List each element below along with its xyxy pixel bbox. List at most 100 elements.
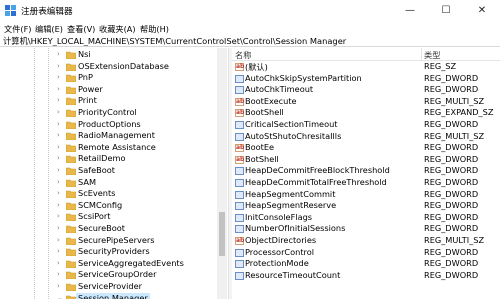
column-header-type[interactable]: 类型 (424, 49, 440, 61)
value-row[interactable]: HeapSegmentCommit REG_DWORD (231, 189, 500, 201)
value-type: REG_DWORD (424, 84, 479, 95)
value-type: REG_MULTI_SZ (424, 235, 485, 245)
value-row[interactable]: ab BotShell REG_DWORD (231, 154, 500, 166)
value-row[interactable]: ProcessorControl REG_DWORD (231, 247, 500, 259)
chevron-right-icon[interactable]: › (57, 189, 60, 197)
tree-item[interactable]: › ScEvents (0, 188, 228, 200)
tree-item[interactable]: › ServiceAggregatedEvents (0, 258, 228, 270)
tree-item-label: OSExtensionDatabase (78, 60, 169, 71)
chevron-right-icon[interactable]: › (57, 259, 60, 267)
value-row[interactable]: ab BootEe REG_DWORD (231, 142, 500, 154)
tree-item[interactable]: › SAM (0, 177, 228, 189)
chevron-right-icon[interactable]: › (57, 270, 60, 278)
tree-item[interactable]: › ScsiPort (0, 211, 228, 223)
chevron-right-icon[interactable]: › (57, 143, 60, 151)
value-name: HeapDeCommitTotalFreeThreshold (245, 177, 387, 187)
chevron-right-icon[interactable]: › (57, 73, 60, 81)
tree-item[interactable]: › PriorityControl (0, 107, 228, 119)
chevron-right-icon[interactable]: › (57, 131, 60, 139)
chevron-right-icon[interactable]: › (57, 201, 60, 209)
chevron-right-icon[interactable]: › (57, 247, 60, 255)
folder-icon (66, 237, 76, 245)
tree-item[interactable]: › Remote Assistance (0, 142, 228, 154)
value-type: REG_DWORD (424, 246, 479, 257)
chevron-right-icon[interactable]: › (57, 62, 60, 70)
tree-item[interactable]: › OSExtensionDatabase (0, 61, 228, 73)
chevron-right-icon[interactable]: › (57, 236, 60, 244)
folder-icon (66, 248, 76, 257)
menu-help[interactable]: 帮助(H) (140, 23, 169, 35)
folder-icon (66, 74, 76, 83)
tree-scrollbar-thumb[interactable] (219, 212, 225, 256)
tree-item[interactable]: › RadioManagement (0, 130, 228, 142)
column-divider[interactable] (421, 48, 422, 60)
tree-item-label: SafeBoot (78, 165, 115, 175)
menu-file[interactable]: 文件(F) (4, 23, 31, 35)
value-row[interactable]: HeapDeCommitTotalFreeThreshold REG_DWORD (231, 177, 500, 189)
chevron-right-icon[interactable]: › (57, 282, 60, 290)
tree-item[interactable]: › SecurePipeServers (0, 235, 228, 247)
value-name: HeapSegmentCommit (245, 188, 336, 199)
chevron-right-icon[interactable]: › (57, 120, 60, 128)
value-row[interactable]: ab BootShell REG_EXPAND_SZ (231, 107, 500, 119)
chevron-right-icon[interactable]: › (57, 154, 60, 162)
value-name: InitConsoleFlags (245, 211, 313, 222)
minimize-button[interactable]: — (392, 0, 428, 22)
menu-edit[interactable]: 编辑(E) (35, 23, 63, 35)
value-row[interactable]: ProtectionMode REG_DWORD (231, 258, 500, 270)
folder-icon (66, 121, 76, 129)
maximize-button[interactable]: ☐ (428, 0, 464, 22)
chevron-right-icon[interactable]: › (57, 212, 60, 220)
tree-item[interactable]: › ProductOptions (0, 119, 228, 131)
menu-favorites[interactable]: 收藏夹(A) (99, 23, 136, 35)
value-row[interactable]: InitConsoleFlags REG_DWORD (231, 212, 500, 224)
folder-icon (66, 272, 76, 280)
tree-scrollbar[interactable] (217, 48, 227, 299)
binary-value-icon (235, 248, 244, 257)
value-row[interactable]: ResourceTimeoutCount REG_DWORD (231, 270, 500, 282)
chevron-right-icon[interactable]: › (57, 108, 60, 116)
tree-item[interactable]: › Print (0, 95, 228, 107)
value-row[interactable]: AutoStShutoChresitaIlls REG_MULTI_SZ (231, 131, 500, 143)
tree-item[interactable]: › ServiceGroupOrder (0, 269, 228, 281)
value-row[interactable]: CriticalSectionTimeout REG_DWORD (231, 119, 500, 131)
chevron-down-icon[interactable]: ⌄ (57, 294, 63, 299)
value-row[interactable]: ab ObjectDirectories REG_MULTI_SZ (231, 235, 500, 247)
value-row[interactable]: HeapDeCommitFreeBlockThreshold REG_DWORD (231, 165, 500, 177)
value-type: REG_SZ (424, 61, 457, 71)
tree-item[interactable]: ⌄ Session Manager (0, 292, 228, 299)
string-value-icon: ab (235, 97, 245, 106)
tree-item[interactable]: › RetailDemo (0, 153, 228, 165)
folder-icon (66, 156, 76, 164)
value-name: AutoChkSkipSystemPartition (245, 72, 362, 83)
chevron-right-icon[interactable]: › (57, 50, 60, 58)
menu-view[interactable]: 查看(V) (67, 23, 95, 35)
tree-item[interactable]: › SecurityProviders (0, 246, 228, 258)
chevron-right-icon[interactable]: › (57, 85, 60, 93)
binary-value-icon (235, 202, 244, 211)
value-type: REG_DWORD (424, 165, 479, 176)
tree-item[interactable]: › Power (0, 84, 228, 96)
tree-item[interactable]: › SCMConfig (0, 200, 228, 212)
tree-item[interactable]: › SecureBoot (0, 223, 228, 235)
value-row[interactable]: NumberOfInitialSessions REG_DWORD (231, 223, 500, 235)
chevron-right-icon[interactable]: › (57, 96, 60, 104)
value-name: BootEe (245, 142, 275, 153)
value-row[interactable]: ab BootExecute REG_MULTI_SZ (231, 96, 500, 108)
tree-item[interactable]: › Nsi (0, 49, 228, 61)
tree-item[interactable]: › ServiceProvider (0, 281, 228, 293)
chevron-right-icon[interactable]: › (57, 166, 60, 174)
value-row[interactable]: ab (默认) REG_SZ (231, 61, 500, 73)
column-header-name[interactable]: 名称 (235, 49, 251, 61)
close-button[interactable]: ✕ (464, 0, 500, 22)
tree-item-label: SCMConfig (78, 199, 123, 210)
value-row[interactable]: AutoChkTimeout REG_DWORD (231, 84, 500, 96)
value-row[interactable]: HeapSegmentReserve REG_DWORD (231, 200, 500, 212)
chevron-right-icon[interactable]: › (57, 224, 60, 232)
folder-icon (66, 202, 76, 210)
address-bar[interactable]: 计算机\HKEY_LOCAL_MACHINE\SYSTEM\CurrentCon… (0, 36, 500, 47)
value-row[interactable]: AutoChkSkipSystemPartition REG_DWORD (231, 73, 500, 85)
chevron-right-icon[interactable]: › (57, 178, 60, 186)
tree-item[interactable]: › SafeBoot (0, 165, 228, 177)
tree-item[interactable]: › PnP (0, 72, 228, 84)
